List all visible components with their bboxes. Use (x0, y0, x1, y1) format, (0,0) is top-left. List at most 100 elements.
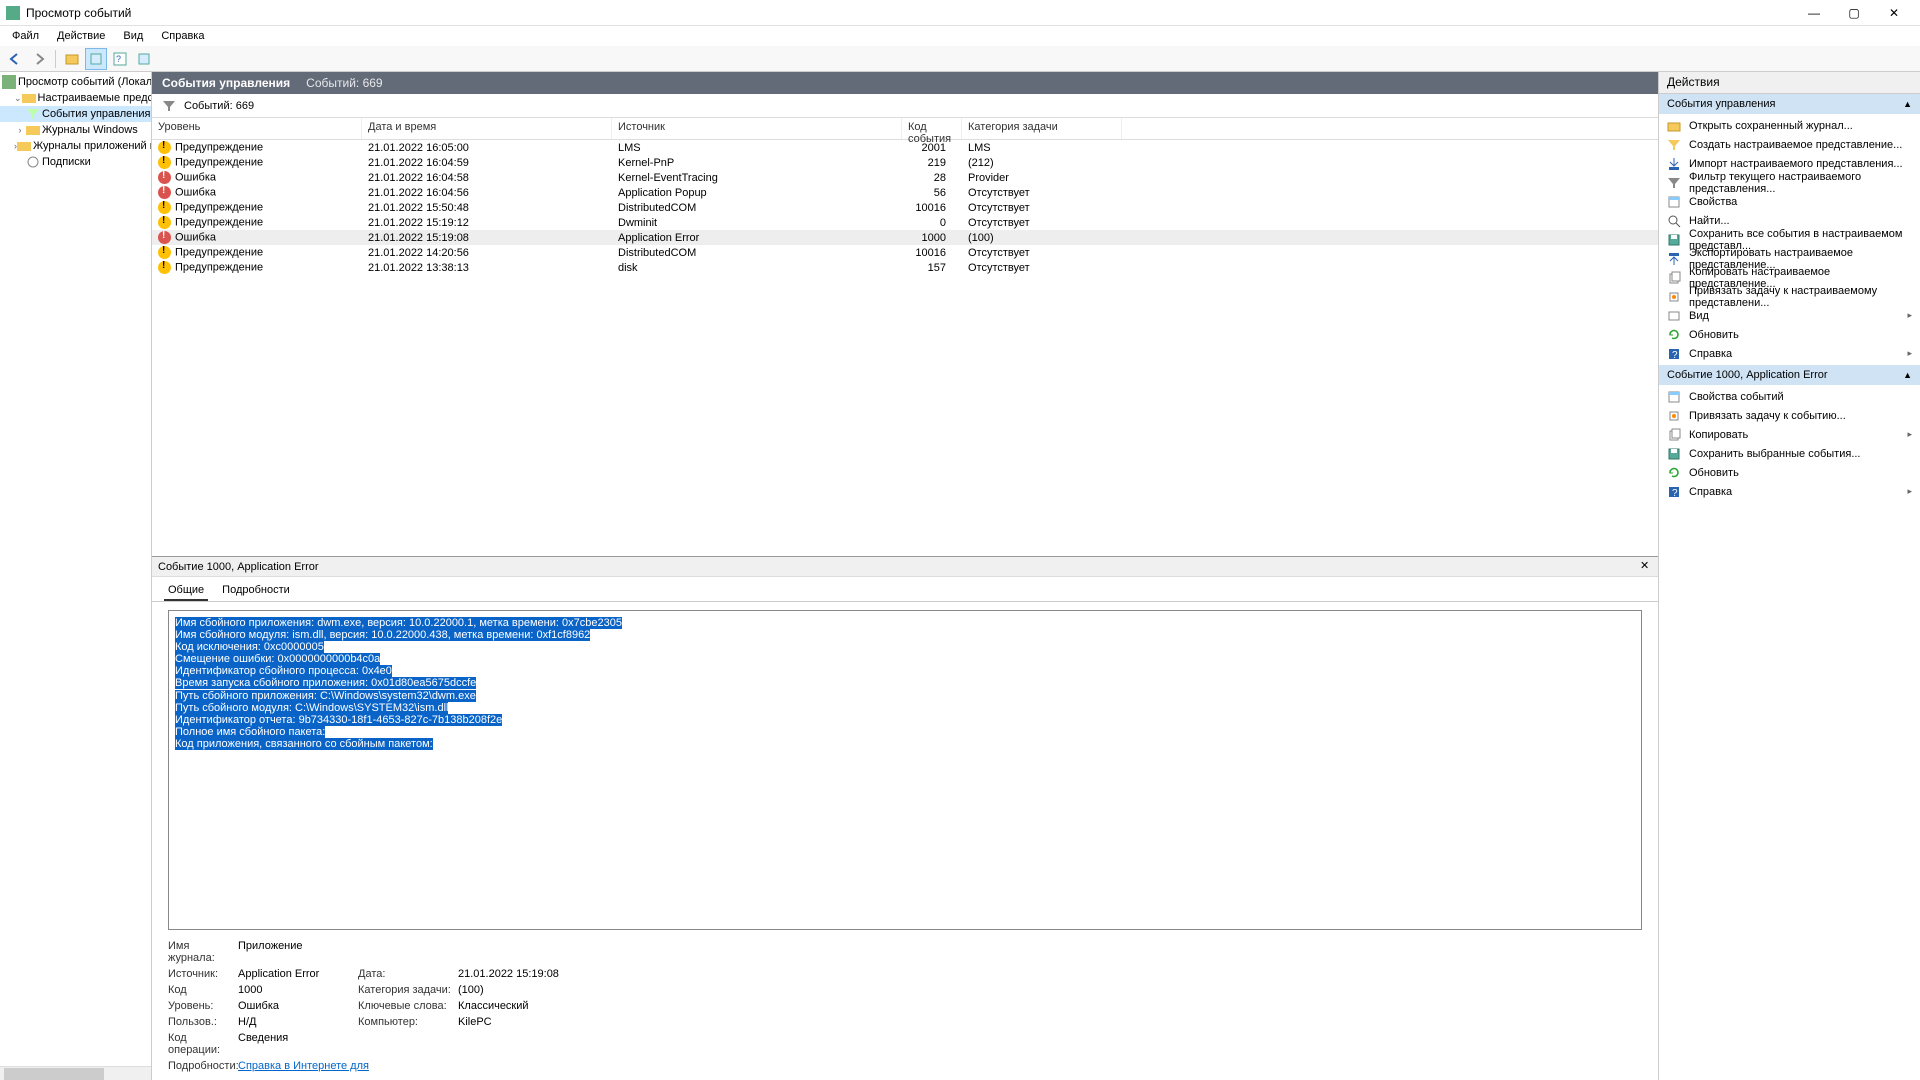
action-label: Справка (1689, 348, 1732, 360)
filter-new-icon (1667, 138, 1681, 152)
warning-icon (158, 141, 171, 154)
tree-admin-events[interactable]: События управления (0, 106, 151, 122)
tree-hscrollbar[interactable] (0, 1066, 151, 1080)
action-item[interactable]: Привязать задачу к настраиваемому предст… (1659, 287, 1920, 306)
col-code[interactable]: Код события (902, 118, 962, 139)
app-icon (6, 6, 20, 20)
meta-date: 21.01.2022 15:19:08 (458, 968, 658, 980)
action-item[interactable]: Открыть сохраненный журнал... (1659, 116, 1920, 135)
table-row[interactable]: Ошибка21.01.2022 15:19:08Application Err… (152, 230, 1658, 245)
action-label: Фильтр текущего настраиваемого представл… (1689, 171, 1912, 195)
col-source[interactable]: Источник (612, 118, 902, 139)
actions-section-1-list: Открыть сохраненный журнал...Создать нас… (1659, 114, 1920, 365)
col-level[interactable]: Уровень (152, 118, 362, 139)
table-row[interactable]: Ошибка21.01.2022 16:04:58Kernel-EventTra… (152, 170, 1658, 185)
actions-section-2-head[interactable]: Событие 1000, Application Error ▲ (1659, 365, 1920, 385)
tree-item-label: Журналы приложений и сл (33, 140, 152, 152)
action-item[interactable]: Копировать▸ (1659, 425, 1920, 444)
toolbar-btn-1[interactable] (61, 48, 83, 70)
toolbar-btn-3[interactable]: ? (109, 48, 131, 70)
meta-keywords: Классический (458, 1000, 658, 1012)
minimize-button[interactable]: — (1794, 0, 1834, 26)
table-row[interactable]: Предупреждение21.01.2022 15:50:48Distrib… (152, 200, 1658, 215)
refresh-icon (1667, 328, 1681, 342)
action-item[interactable]: Свойства (1659, 192, 1920, 211)
action-item[interactable]: Свойства событий (1659, 387, 1920, 406)
table-row[interactable]: Предупреждение21.01.2022 16:04:59Kernel-… (152, 155, 1658, 170)
actions-title: Действия (1659, 72, 1920, 94)
action-item[interactable]: Вид▸ (1659, 306, 1920, 325)
tree-app-logs[interactable]: › Журналы приложений и сл (0, 138, 151, 154)
actions-section-2-list: Свойства событийПривязать задачу к событ… (1659, 385, 1920, 503)
table-row[interactable]: Предупреждение21.01.2022 16:05:00LMS2001… (152, 140, 1658, 155)
menu-action[interactable]: Действие (49, 28, 113, 44)
expander-icon[interactable]: › (14, 125, 26, 135)
detail-tabs: Общие Подробности (152, 577, 1658, 602)
back-button[interactable] (4, 48, 26, 70)
toolbar-btn-2[interactable] (85, 48, 107, 70)
action-item[interactable]: Обновить (1659, 463, 1920, 482)
error-icon (158, 231, 171, 244)
meta-keywords-label: Ключевые слова: (358, 1000, 458, 1012)
section-2-title: Событие 1000, Application Error (1667, 369, 1828, 381)
tree-item-label: Журналы Windows (42, 124, 138, 136)
props-icon (1667, 390, 1681, 404)
refresh-icon (1667, 466, 1681, 480)
table-row[interactable]: Предупреждение21.01.2022 14:20:56Distrib… (152, 245, 1658, 260)
actions-section-1-head[interactable]: События управления ▲ (1659, 94, 1920, 114)
error-icon (158, 186, 171, 199)
menu-file[interactable]: Файл (4, 28, 47, 44)
warning-icon (158, 216, 171, 229)
event-count-label: Событий: 669 (184, 100, 254, 112)
action-item[interactable]: ?Справка▸ (1659, 482, 1920, 501)
tab-details[interactable]: Подробности (218, 581, 294, 601)
table-row[interactable]: Предупреждение21.01.2022 15:19:12Dwminit… (152, 215, 1658, 230)
center-pane: События управления Событий: 669 Событий:… (152, 72, 1658, 1080)
tree-custom-views[interactable]: ⌄ Настраиваемые представле (0, 90, 151, 106)
expander-icon[interactable]: ⌄ (14, 93, 22, 104)
tree-item-label: Настраиваемые представле (38, 92, 152, 104)
events-grid: Уровень Дата и время Источник Код событи… (152, 118, 1658, 556)
tab-general[interactable]: Общие (164, 581, 208, 601)
action-item[interactable]: Фильтр текущего настраиваемого представл… (1659, 173, 1920, 192)
detail-title: Событие 1000, Application Error (158, 561, 319, 573)
filter-icon (26, 107, 40, 121)
action-label: Вид (1689, 310, 1709, 322)
submenu-arrow-icon: ▸ (1907, 348, 1912, 359)
folder-icon (17, 139, 31, 153)
svg-text:?: ? (116, 54, 121, 64)
tree-root[interactable]: Просмотр событий (Локальны (0, 74, 151, 90)
meta-code: 1000 (238, 984, 358, 996)
find-icon (1667, 214, 1681, 228)
description-box[interactable]: Имя сбойного приложения: dwm.exe, версия… (168, 610, 1642, 930)
menu-help[interactable]: Справка (153, 28, 212, 44)
warning-icon (158, 201, 171, 214)
import-icon (1667, 157, 1681, 171)
filter-row: Событий: 669 (152, 94, 1658, 118)
menu-view[interactable]: Вид (115, 28, 151, 44)
tree-subscriptions[interactable]: Подписки (0, 154, 151, 170)
maximize-button[interactable]: ▢ (1834, 0, 1874, 26)
toolbar-btn-4[interactable] (133, 48, 155, 70)
center-header: События управления Событий: 669 (152, 72, 1658, 94)
table-row[interactable]: Предупреждение21.01.2022 13:38:13disk157… (152, 260, 1658, 275)
tree-windows-logs[interactable]: › Журналы Windows (0, 122, 151, 138)
meta-source: Application Error (238, 968, 358, 980)
help-icon: ? (1667, 347, 1681, 361)
action-item[interactable]: Привязать задачу к событию... (1659, 406, 1920, 425)
action-item[interactable]: Сохранить выбранные события... (1659, 444, 1920, 463)
meta-code-label: Код (168, 984, 238, 996)
table-row[interactable]: Ошибка21.01.2022 16:04:56Application Pop… (152, 185, 1658, 200)
forward-button[interactable] (28, 48, 50, 70)
action-item[interactable]: Создать настраиваемое представление... (1659, 135, 1920, 154)
online-help-link[interactable]: Справка в Интернете для (238, 1060, 369, 1072)
action-item[interactable]: ? Справка ▸ (1659, 344, 1920, 363)
col-task[interactable]: Категория задачи (962, 118, 1122, 139)
detail-close-button[interactable]: ✕ (1640, 559, 1654, 573)
grid-body[interactable]: Предупреждение21.01.2022 16:05:00LMS2001… (152, 140, 1658, 312)
col-date[interactable]: Дата и время (362, 118, 612, 139)
action-item[interactable]: Обновить (1659, 325, 1920, 344)
meta-opcode-label: Код операции: (168, 1032, 238, 1056)
close-button[interactable]: ✕ (1874, 0, 1914, 26)
meta-level: Ошибка (238, 1000, 358, 1012)
